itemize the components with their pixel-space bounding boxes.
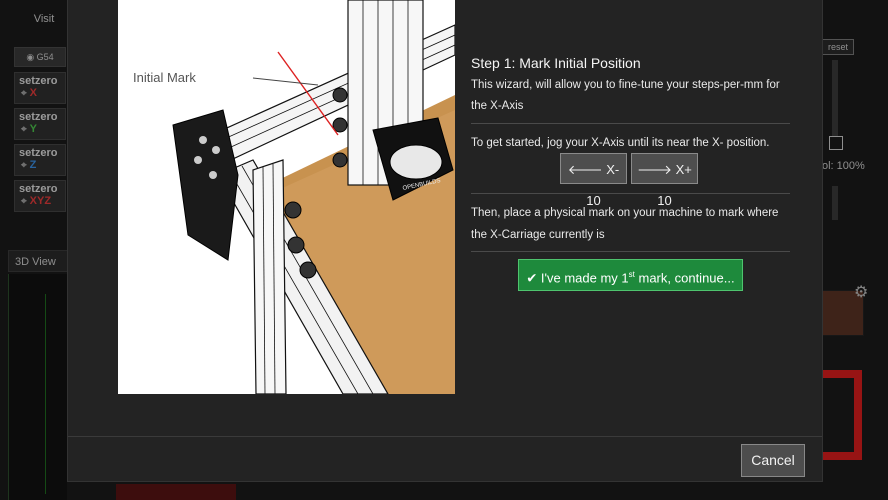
divider (471, 123, 790, 124)
mark-instruction-line2: the X-Carriage currently is (471, 229, 605, 241)
cancel-button[interactable]: Cancel (741, 444, 805, 477)
arrow-left-icon: 🡐 (567, 162, 603, 177)
step-description: This wizard, will allow you to fine-tune… (471, 79, 780, 112)
modal-body: OPENBUILDS Initial Mark Step 1: Mark Ini… (68, 0, 822, 436)
modal-footer: Cancel (68, 436, 822, 482)
jog-x-plus-button[interactable]: 🡒 X+ 10 (631, 153, 698, 208)
left-upright (252, 159, 287, 394)
machine-illustration: OPENBUILDS Initial Mark (118, 0, 455, 394)
jog-instruction: To get started, jog your X-Axis until it… (471, 137, 770, 149)
annotation-leader (252, 77, 319, 86)
gantry-plate (172, 109, 239, 261)
continue-button[interactable]: ✔ I've made my 1st mark, continue... (518, 259, 743, 291)
calibration-wizard-modal: OPENBUILDS Initial Mark Step 1: Mark Ini… (67, 0, 823, 482)
step-title: Step 1: Mark Initial Position (471, 55, 641, 71)
machine-illustration-svg: OPENBUILDS Initial Mark (133, 0, 455, 394)
check-icon: ✔ (526, 270, 538, 286)
continue-prefix: I've made my 1 (540, 270, 629, 286)
jog-x-minus-button[interactable]: 🡐 X- 10 (560, 153, 627, 208)
initial-mark-label: Initial Mark (133, 70, 196, 85)
divider (471, 193, 790, 194)
arrow-right-icon: 🡒 (637, 162, 672, 177)
divider (471, 251, 790, 252)
router-mount-hole (389, 144, 443, 180)
mark-instruction-line1: Then, place a physical mark on your mach… (471, 207, 779, 219)
continue-suffix: mark, continue... (634, 270, 735, 286)
